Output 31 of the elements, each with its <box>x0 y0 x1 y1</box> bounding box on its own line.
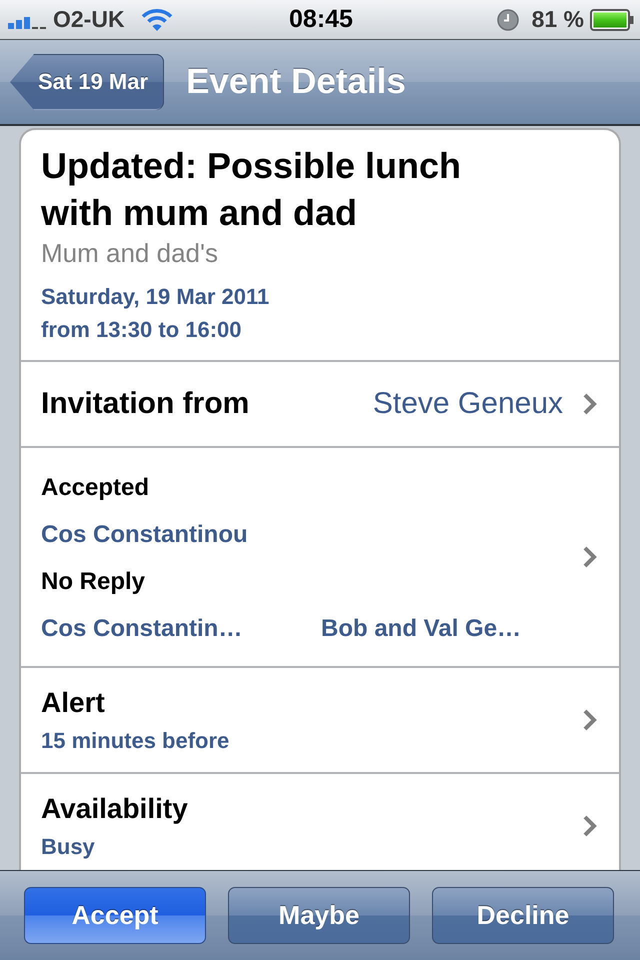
wifi-icon <box>140 8 173 32</box>
battery-percent: 81 % <box>532 6 584 33</box>
event-location: Mum and dad's <box>41 237 219 270</box>
back-button[interactable]: Sat 19 Mar <box>10 54 164 110</box>
row-value: Busy <box>41 833 96 861</box>
toolbar-button[interactable]: Decline <box>432 887 614 944</box>
nav-title: Event Details <box>186 62 406 102</box>
event-title: Updated: Possible lunch with mum and dad <box>41 144 462 235</box>
clock-icon <box>496 8 519 30</box>
row-label: Alert <box>41 686 106 720</box>
attendee-status-label: No Reply <box>41 567 146 597</box>
attendee-name: Bob and Val Ge… <box>321 614 522 644</box>
row-label: Availability <box>41 792 189 826</box>
carrier-name: O2-UK <box>53 6 125 33</box>
toolbar-button[interactable]: Accept <box>24 887 206 944</box>
event-time: from 13:30 to 16:00 <box>41 316 243 344</box>
chevron-icon <box>583 546 597 568</box>
row-label: Invitation from <box>41 387 250 421</box>
row-value: 15 minutes before <box>41 727 230 755</box>
chevron-icon <box>583 815 597 837</box>
signal-icon <box>8 14 46 28</box>
chevron-icon <box>583 709 597 731</box>
battery-icon <box>590 8 634 30</box>
attendee-name: Cos Constantin… <box>41 614 244 644</box>
attendee-status-label: Accepted <box>41 473 150 503</box>
toolbar-button[interactable]: Maybe <box>228 887 410 944</box>
event-date: Saturday, 19 Mar 2011 <box>41 283 270 311</box>
attendee-name: Cos Constantinou <box>41 520 249 550</box>
row-value: Steve Geneux <box>372 387 563 421</box>
status-time: 08:45 <box>289 5 353 34</box>
chevron-icon <box>583 393 597 415</box>
